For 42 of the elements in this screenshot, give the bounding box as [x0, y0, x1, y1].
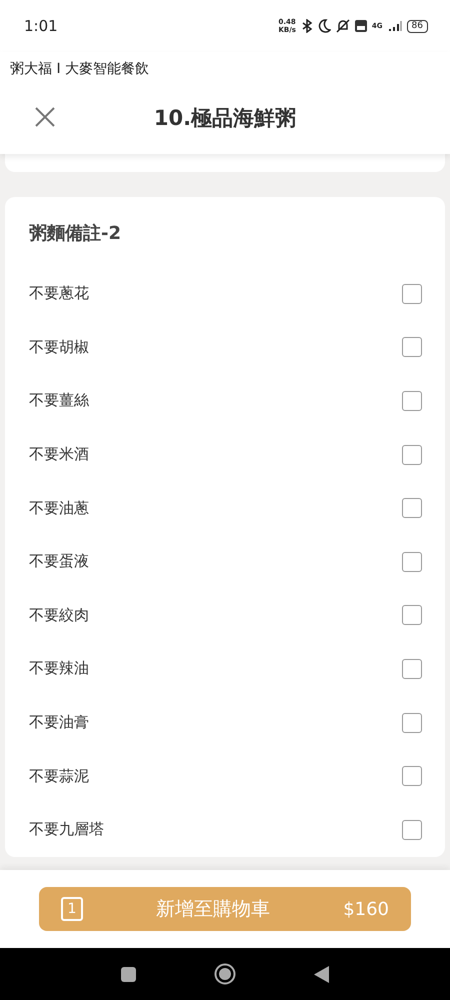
- product-title: 10.極品海鮮粥: [152, 105, 298, 132]
- circle-icon: [214, 963, 236, 985]
- price: $160: [343, 898, 389, 920]
- checkbox[interactable]: [402, 498, 422, 518]
- moon-icon: [318, 19, 331, 33]
- bluetooth-icon: [300, 19, 313, 33]
- option-label: 不要胡椒: [29, 338, 89, 357]
- section-title: 粥麵備註-2: [29, 222, 122, 246]
- close-icon: [34, 106, 56, 128]
- app-name: 粥大福 I 大麥智能餐飲: [9, 60, 150, 79]
- checkbox[interactable]: [402, 552, 422, 572]
- option-label: 不要油蔥: [29, 498, 89, 518]
- option-label: 不要九層塔: [29, 820, 104, 840]
- volte-icon: [354, 20, 367, 32]
- checkbox[interactable]: [402, 766, 422, 786]
- option-label: 不要蒜泥: [29, 766, 89, 786]
- option-label: 不要蔥花: [29, 284, 89, 304]
- recents-button[interactable]: [121, 966, 136, 982]
- checkbox[interactable]: [402, 820, 422, 840]
- home-button[interactable]: [214, 963, 236, 985]
- battery-level: 86: [406, 20, 428, 32]
- quantity-badge: 1: [61, 897, 83, 921]
- checkbox[interactable]: [402, 284, 422, 304]
- option-label: 不要米酒: [29, 445, 89, 464]
- checkbox[interactable]: [402, 337, 422, 358]
- signal-icon: [388, 20, 402, 32]
- option-label: 不要辣油: [29, 659, 89, 678]
- checkbox[interactable]: [402, 658, 422, 679]
- option-label: 不要油膏: [29, 713, 89, 732]
- checkbox[interactable]: [402, 605, 422, 626]
- square-icon: [121, 966, 136, 982]
- checkbox[interactable]: [402, 444, 422, 465]
- triangle-icon: [314, 966, 329, 982]
- muted-bell-icon: [336, 19, 350, 33]
- checkbox[interactable]: [402, 390, 422, 411]
- checkbox[interactable]: [402, 712, 422, 733]
- add-to-cart-button[interactable]: 1 新增至購物車 $160: [39, 887, 411, 931]
- option-label: 不要蛋液: [29, 552, 89, 572]
- clock: 1:01: [24, 17, 58, 35]
- option-label: 不要絞肉: [29, 606, 89, 625]
- back-button[interactable]: [314, 966, 329, 982]
- option-label: 不要薑絲: [29, 391, 89, 410]
